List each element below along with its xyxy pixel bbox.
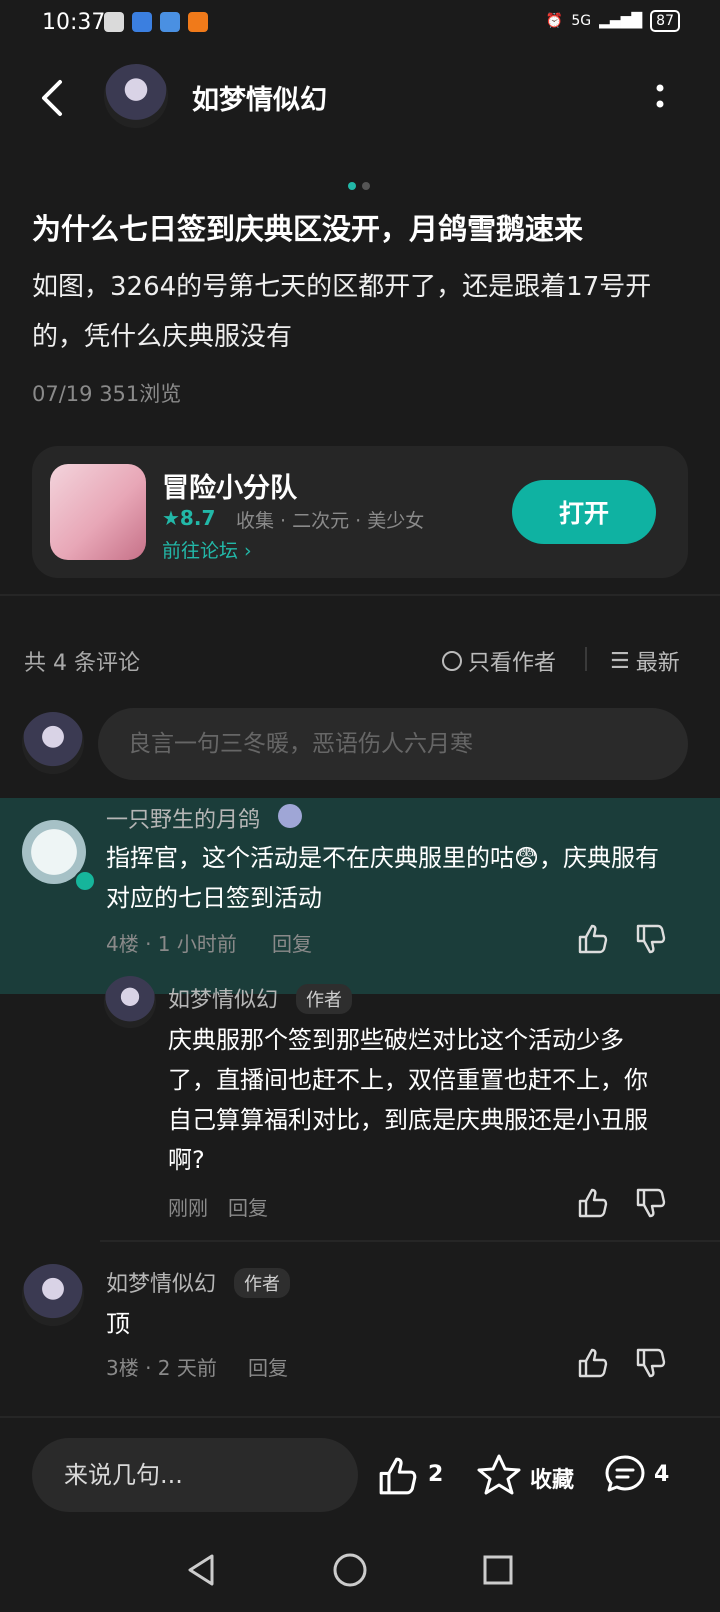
comment-divider [100,1240,720,1242]
comment-text: 顶 [106,1310,130,1338]
open-game-button[interactable]: 打开 [512,480,656,544]
author-only-label: 只看作者 [468,651,557,676]
alarm-icon: ⏰ [545,13,564,29]
author-badge: 作者 [296,984,352,1014]
radio-circle-icon [442,651,462,671]
divider [585,647,587,671]
sort-label: 最新 [635,651,680,676]
section-divider [0,594,720,596]
pager-dot [362,182,370,190]
replier-avatar[interactable] [104,976,156,1028]
author-name[interactable]: 如梦情似幻 [192,78,327,117]
dislike-icon[interactable] [634,1346,668,1380]
game-name[interactable]: 冒险小分队 [162,466,297,505]
game-tags: 收集 · 二次元 · 美少女 [236,510,425,532]
post-body: 如图，3264的号第七天的区都开了，还是跟着17号开的，凭什么庆典服没有 [32,272,652,352]
comment-text: 指挥官，这个活动是不在庆典服里的咕😨，庆典服有对应的七日签到活动 [106,844,660,912]
reply-text: 庆典服那个签到那些破烂对比这个活动少多了，直播间也赶不上，双倍重置也赶不上，你自… [168,1026,648,1174]
notification-app-icon [188,12,208,32]
favorite-label[interactable]: 收藏 [530,1462,574,1494]
my-avatar [22,712,84,774]
signal-icon: ▂▄▆█ [599,13,643,29]
game-icon[interactable] [50,464,146,560]
author-badge: 作者 [234,1268,290,1298]
favorite-star-icon[interactable] [476,1452,522,1498]
dislike-icon[interactable] [634,1186,668,1220]
verified-badge-icon [74,870,96,892]
commenter-name[interactable]: 一只野生的月鸽 [106,802,260,834]
user-level-icon [278,804,302,828]
author-avatar[interactable] [104,64,168,128]
notification-app-icon [132,12,152,32]
back-arrow-icon[interactable] [38,78,66,118]
post-title: 为什么七日签到庆典区没开，月鸽雪鹅速来 [32,212,584,246]
forum-link[interactable]: 前往论坛 › [162,536,252,563]
reply-button[interactable]: 回复 [228,1192,268,1221]
like-icon[interactable] [576,1186,610,1220]
network-label: 5G [571,13,592,29]
status-bar: 10:37 ⏰ 5G ▂▄▆█ 87 [0,0,720,48]
sort-toggle[interactable]: ☰ 最新 [610,645,680,677]
comment-count: 共 4 条评论 [24,651,140,676]
battery-icon: 87 [650,10,680,32]
commenter-avatar[interactable] [22,1264,84,1326]
comment-count-bottom[interactable]: 4 [654,1462,669,1487]
like-icon[interactable] [576,1346,610,1380]
nav-back-icon[interactable] [184,1552,218,1588]
image-pager-dots [348,182,370,190]
comment-bubble-icon[interactable] [602,1452,648,1498]
comment-meta: 4楼 · 1 小时前 [106,932,237,956]
status-time: 10:37 [42,10,106,35]
comment-input[interactable]: 良言一句三冬暖，恶语伤人六月寒 [98,708,688,780]
reply-meta: 刚刚 [168,1196,208,1220]
pager-dot-active [348,182,356,190]
dislike-icon[interactable] [634,922,668,956]
say-something-input[interactable]: 来说几句... [32,1438,358,1512]
reply-button[interactable]: 回复 [248,1352,288,1381]
status-right: ⏰ 5G ▂▄▆█ 87 [546,10,680,32]
more-options-icon[interactable] [656,82,664,112]
author-only-toggle[interactable]: 只看作者 [442,645,556,677]
comment-meta: 3楼 · 2 天前 [106,1356,217,1380]
like-post-icon[interactable] [376,1454,420,1498]
like-count[interactable]: 2 [428,1462,443,1487]
notification-app-icon [160,12,180,32]
commenter-name[interactable]: 如梦情似幻 [106,1266,216,1298]
like-icon[interactable] [576,922,610,956]
notification-app-icon [104,12,124,32]
game-rating: ★8.7 [162,506,216,530]
reply-button[interactable]: 回复 [272,928,312,957]
replier-name[interactable]: 如梦情似幻 [168,982,278,1014]
nav-home-icon[interactable] [332,1552,368,1588]
nav-recents-icon[interactable] [482,1554,514,1586]
post-meta: 07/19 351浏览 [32,382,182,406]
sort-icon: ☰ [610,648,630,674]
